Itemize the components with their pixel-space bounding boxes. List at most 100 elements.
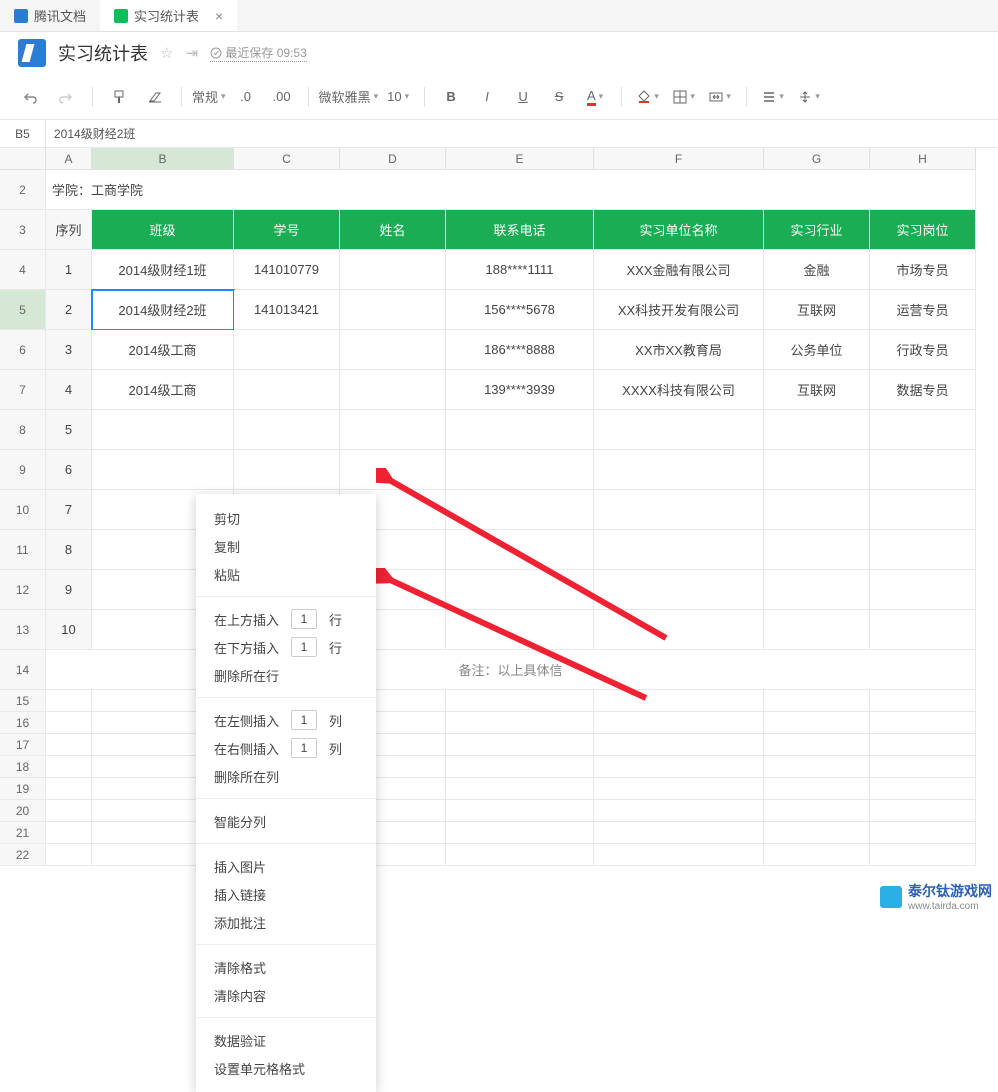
cell[interactable]: 3: [46, 330, 92, 370]
cell[interactable]: XX科技开发有限公司: [594, 290, 764, 330]
col-header[interactable]: A: [46, 148, 92, 170]
cell[interactable]: [870, 844, 976, 866]
cell[interactable]: [870, 800, 976, 822]
cell[interactable]: [764, 610, 870, 650]
cell[interactable]: 2014级财经1班: [92, 250, 234, 290]
cell[interactable]: [870, 410, 976, 450]
clear-format-button[interactable]: [139, 81, 171, 113]
valign-button[interactable]: ▾: [793, 81, 825, 113]
cell[interactable]: XXXX科技有限公司: [594, 370, 764, 410]
cell[interactable]: [594, 778, 764, 800]
number-format-dropdown[interactable]: 常规▾: [192, 81, 226, 113]
cell[interactable]: 公务单位: [764, 330, 870, 370]
cell[interactable]: [446, 410, 594, 450]
cell[interactable]: 金融: [764, 250, 870, 290]
row-header[interactable]: 6: [0, 330, 46, 370]
cell[interactable]: [764, 778, 870, 800]
tab-current-sheet[interactable]: 实习统计表 ×: [100, 0, 237, 31]
col-header[interactable]: D: [340, 148, 446, 170]
row-header[interactable]: 2: [0, 170, 46, 210]
ctx-insert-link[interactable]: 插入链接: [196, 880, 376, 908]
row-header[interactable]: 17: [0, 734, 46, 756]
cell[interactable]: 市场专员: [870, 250, 976, 290]
ctx-insert-rows-above[interactable]: 在上方插入1行: [196, 605, 376, 633]
cell[interactable]: 2014级工商: [92, 330, 234, 370]
cell[interactable]: [92, 410, 234, 450]
cell[interactable]: [46, 800, 92, 822]
cell[interactable]: [870, 690, 976, 712]
cell[interactable]: [870, 756, 976, 778]
col-header[interactable]: H: [870, 148, 976, 170]
cell[interactable]: [340, 330, 446, 370]
cell[interactable]: [594, 844, 764, 866]
ctx-smart-split[interactable]: 智能分列: [196, 807, 376, 835]
cell[interactable]: [870, 530, 976, 570]
row-header[interactable]: 18: [0, 756, 46, 778]
cell[interactable]: [870, 822, 976, 844]
folder-icon[interactable]: ⇥: [185, 44, 198, 62]
cell[interactable]: 2: [46, 290, 92, 330]
row-header[interactable]: 20: [0, 800, 46, 822]
cell[interactable]: [46, 778, 92, 800]
row-header[interactable]: 8: [0, 410, 46, 450]
cell[interactable]: [340, 290, 446, 330]
cell[interactable]: [234, 370, 340, 410]
fill-color-button[interactable]: ▾: [632, 81, 664, 113]
cell[interactable]: [446, 800, 594, 822]
row-header[interactable]: 5: [0, 290, 46, 330]
cell-reference[interactable]: B5: [0, 120, 46, 147]
ctx-clear-format[interactable]: 清除格式: [196, 953, 376, 981]
strikethrough-button[interactable]: S: [543, 81, 575, 113]
cell[interactable]: 141013421: [234, 290, 340, 330]
cell[interactable]: [764, 410, 870, 450]
cell[interactable]: XXX金融有限公司: [594, 250, 764, 290]
cell[interactable]: 运营专员: [870, 290, 976, 330]
cell[interactable]: [446, 844, 594, 866]
row-header[interactable]: 16: [0, 712, 46, 734]
header-cell[interactable]: 姓名: [340, 210, 446, 250]
cell[interactable]: [234, 450, 340, 490]
cell[interactable]: 7: [46, 490, 92, 530]
row-header[interactable]: 14: [0, 650, 46, 690]
increase-decimal-button[interactable]: .00: [266, 81, 298, 113]
header-cell[interactable]: 实习行业: [764, 210, 870, 250]
ctx-cut[interactable]: 剪切: [196, 504, 376, 532]
tab-tencent-docs[interactable]: 腾讯文档: [0, 0, 100, 31]
cell[interactable]: [46, 690, 92, 712]
cell[interactable]: [870, 450, 976, 490]
cell[interactable]: [594, 712, 764, 734]
ctx-paste[interactable]: 粘贴: [196, 560, 376, 588]
col-header[interactable]: G: [764, 148, 870, 170]
cell[interactable]: 2014级财经2班: [92, 290, 234, 330]
row-header[interactable]: 12: [0, 570, 46, 610]
header-cell[interactable]: 学号: [234, 210, 340, 250]
close-icon[interactable]: ×: [215, 8, 223, 24]
cell[interactable]: [870, 712, 976, 734]
row-header[interactable]: 22: [0, 844, 46, 866]
ctx-delete-row[interactable]: 删除所在行: [196, 661, 376, 689]
borders-button[interactable]: ▾: [668, 81, 700, 113]
cell[interactable]: [764, 712, 870, 734]
star-icon[interactable]: ☆: [160, 44, 173, 62]
cell[interactable]: [340, 410, 446, 450]
cell[interactable]: [446, 712, 594, 734]
cell[interactable]: 188****1111: [446, 250, 594, 290]
undo-button[interactable]: [14, 81, 46, 113]
cell[interactable]: [764, 570, 870, 610]
cell[interactable]: [764, 690, 870, 712]
cell[interactable]: [46, 734, 92, 756]
ctx-clear-content[interactable]: 清除内容: [196, 981, 376, 1009]
redo-button[interactable]: [50, 81, 82, 113]
header-cell[interactable]: 实习岗位: [870, 210, 976, 250]
col-header[interactable]: E: [446, 148, 594, 170]
row-header[interactable]: 10: [0, 490, 46, 530]
ctx-delete-col[interactable]: 删除所在列: [196, 762, 376, 790]
cell[interactable]: 6: [46, 450, 92, 490]
cell[interactable]: [234, 330, 340, 370]
cell[interactable]: 8: [46, 530, 92, 570]
ctx-add-comment[interactable]: 添加批注: [196, 908, 376, 936]
cell[interactable]: [764, 450, 870, 490]
row-header[interactable]: 15: [0, 690, 46, 712]
ctx-copy[interactable]: 复制: [196, 532, 376, 560]
cell[interactable]: 互联网: [764, 290, 870, 330]
